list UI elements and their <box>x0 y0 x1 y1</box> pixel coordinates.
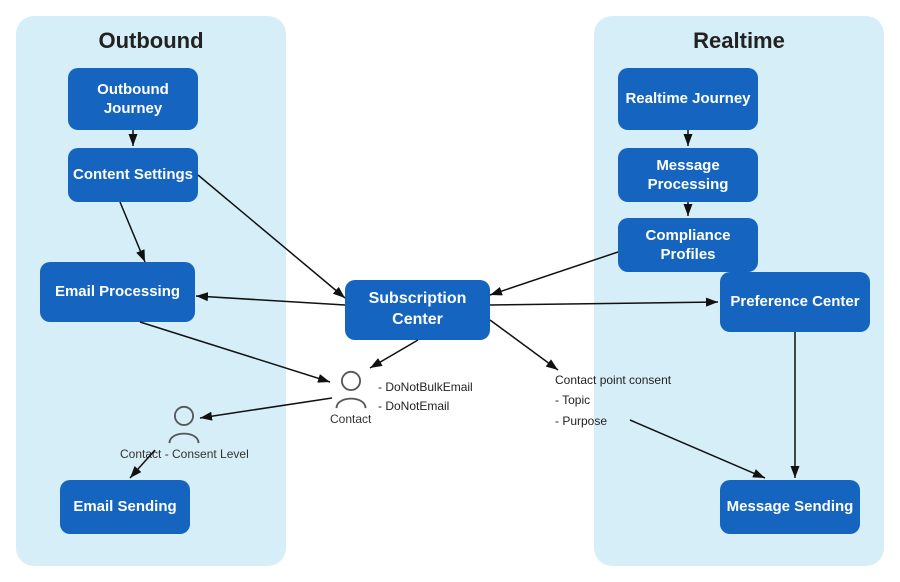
realtime-journey-box: Realtime Journey <box>618 68 758 130</box>
contact-center-icon: Contact <box>330 370 371 426</box>
email-sending-box: Email Sending <box>60 480 190 534</box>
outbound-journey-box: Outbound Journey <box>68 68 198 130</box>
preference-center-box: Preference Center <box>720 272 870 332</box>
donot-labels: - DoNotBulkEmail- DoNotEmail <box>378 378 473 416</box>
contact-point-label: Contact point consent- Topic- Purpose <box>555 370 671 431</box>
contact-left-label: Contact - Consent Level <box>120 447 249 461</box>
message-sending-box: Message Sending <box>720 480 860 534</box>
subscription-center-box: Subscription Center <box>345 280 490 340</box>
compliance-profiles-box: Compliance Profiles <box>618 218 758 272</box>
email-processing-box: Email Processing <box>40 262 195 322</box>
content-settings-box: Content Settings <box>68 148 198 202</box>
contact-center-label: Contact <box>330 412 371 426</box>
contact-left-icon: Contact - Consent Level <box>120 405 249 461</box>
outbound-title: Outbound <box>16 28 286 54</box>
realtime-title: Realtime <box>594 28 884 54</box>
message-processing-box: Message Processing <box>618 148 758 202</box>
